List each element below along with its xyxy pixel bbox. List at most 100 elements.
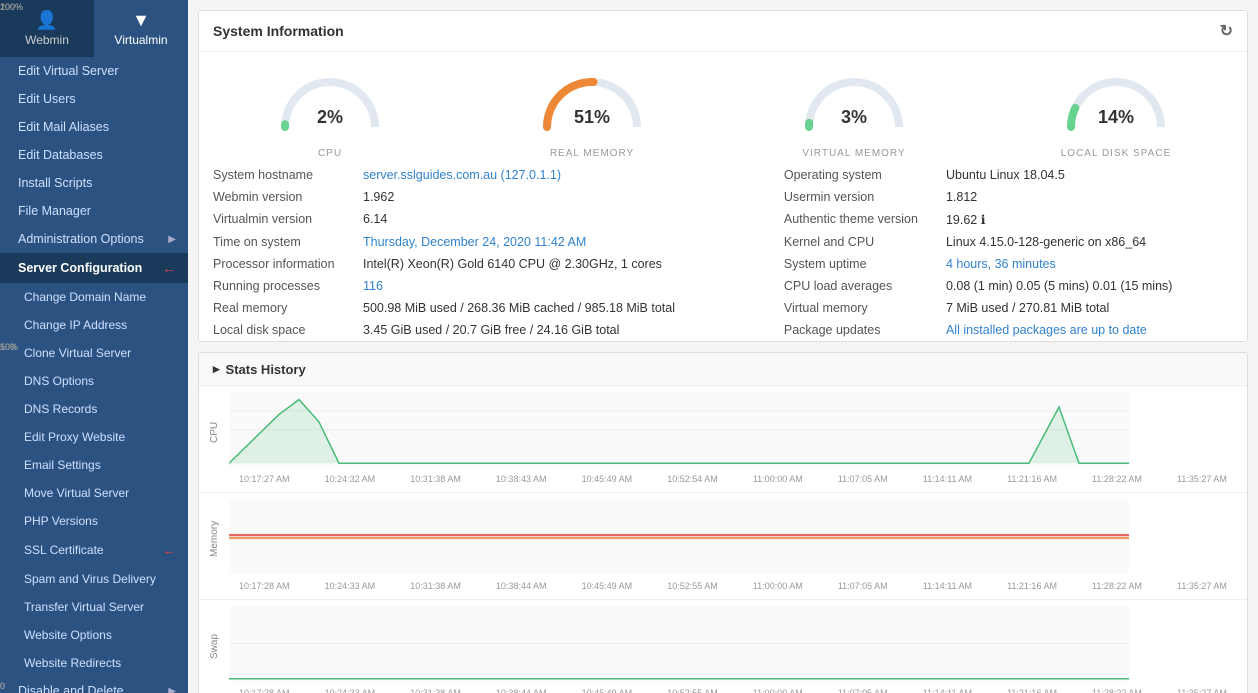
nav-label-edit-proxy-website: Edit Proxy Website — [24, 430, 176, 444]
sidebar-item-website-redirects[interactable]: Website Redirects — [0, 649, 188, 677]
sidebar-item-change-domain-name[interactable]: Change Domain Name — [0, 283, 188, 311]
x-label: 10:24:33 AM — [325, 581, 376, 591]
sidebar-item-php-versions[interactable]: PHP Versions — [0, 507, 188, 535]
info-link-left-5[interactable]: 116 — [363, 279, 383, 293]
info-row-6: Real memory500.98 MiB used / 268.36 MiB … — [199, 297, 1247, 319]
gauges-row: 2% CPU 51% REAL MEMORY 3% VIRTUAL MEMORY… — [199, 52, 1247, 164]
x-label: 11:14:11 AM — [923, 688, 972, 693]
sidebar-item-edit-mail-aliases[interactable]: Edit Mail Aliases — [0, 113, 188, 141]
info-row-3: Time on systemThursday, December 24, 202… — [199, 231, 1247, 253]
info-row-0: System hostnameserver.sslguides.com.au (… — [199, 164, 1247, 186]
info-link-right-4[interactable]: 4 hours, 36 minutes — [946, 257, 1056, 271]
chart-area-memory-chart — [229, 499, 1129, 574]
x-label: 10:24:32 AM — [325, 474, 376, 484]
info-value-left-6: 500.98 MiB used / 268.36 MiB cached / 98… — [349, 297, 770, 319]
sidebar-item-server-configuration[interactable]: Server Configuration ← — [0, 253, 188, 283]
red-arrow-ssl-certificate: ← — [162, 542, 176, 558]
sidebar-item-edit-users[interactable]: Edit Users — [0, 85, 188, 113]
sidebar-item-ssl-certificate[interactable]: SSL Certificate← — [0, 535, 188, 565]
main-content: System Information ↻ 2% CPU 51% REAL MEM… — [188, 0, 1258, 693]
info-label-left-7: Local disk space — [199, 319, 349, 341]
info-value-right-5: 0.08 (1 min) 0.05 (5 mins) 0.01 (15 mins… — [932, 275, 1247, 297]
x-label: 11:00:00 AM — [753, 474, 803, 484]
gauge-svg-local-disk-space: 14% — [1051, 62, 1181, 142]
sidebar: 👤 Webmin ▼ Virtualmin Edit Virtual Serve… — [0, 0, 188, 693]
info-row-5: Running processes 116 CPU load averages0.0… — [199, 275, 1247, 297]
info-label-right-2: Authentic theme version — [770, 208, 932, 231]
sidebar-nav: Edit Virtual ServerEdit UsersEdit Mail A… — [0, 57, 188, 693]
x-label: 10:17:27 AM — [239, 474, 290, 484]
nav-label-website-options: Website Options — [24, 628, 176, 642]
chart-x-labels-swap-chart: 10:17:28 AM10:24:33 AM10:31:38 AM10:38:4… — [209, 686, 1237, 693]
x-label: 11:14:11 AM — [923, 581, 972, 591]
x-label: 11:35:27 AM — [1177, 474, 1227, 484]
info-label-right-5: CPU load averages — [770, 275, 932, 297]
svg-text:2%: 2% — [317, 107, 343, 127]
sidebar-item-move-virtual-server[interactable]: Move Virtual Server — [0, 479, 188, 507]
x-label: 11:28:22 AM — [1092, 474, 1142, 484]
gauge-label-real-memory: REAL MEMORY — [550, 148, 634, 159]
sidebar-item-email-settings-sub[interactable]: Email Settings — [0, 451, 188, 479]
info-link-left-0[interactable]: server.sslguides.com.au (127.0.1.1) — [363, 168, 561, 182]
nav-label-change-domain-name: Change Domain Name — [24, 290, 176, 304]
nav-label-edit-databases: Edit Databases — [18, 148, 176, 162]
red-arrow-server-configuration: ← — [162, 260, 176, 276]
collapse-icon: ▸ — [213, 361, 220, 377]
arrow-administration-options: ▶ — [168, 234, 176, 245]
sidebar-item-install-scripts[interactable]: Install Scripts — [0, 169, 188, 197]
chart-left-memory-chart: 100%50%0 — [229, 499, 1129, 579]
sidebar-item-edit-virtual-server[interactable]: Edit Virtual Server — [0, 57, 188, 85]
x-label: 10:38:44 AM — [496, 688, 547, 693]
stats-history-header[interactable]: ▸ Stats History — [199, 353, 1247, 386]
sidebar-item-transfer-virtual-server[interactable]: Transfer Virtual Server — [0, 593, 188, 621]
sidebar-item-spam-virus-delivery[interactable]: Spam and Virus Delivery — [0, 565, 188, 593]
x-label: 11:35:27 AM — [1177, 581, 1227, 591]
sidebar-item-disable-and-delete[interactable]: Disable and Delete▶ — [0, 677, 188, 693]
nav-label-clone-virtual-server: Clone Virtual Server — [24, 346, 176, 360]
sidebar-item-file-manager[interactable]: File Manager — [0, 197, 188, 225]
virtualmin-tab[interactable]: ▼ Virtualmin — [94, 0, 188, 57]
sidebar-item-change-ip-address[interactable]: Change IP Address — [0, 311, 188, 339]
chart-axis-label-memory-chart: Memory — [209, 499, 229, 579]
info-row-2: Virtualmin version6.14Authentic theme ve… — [199, 208, 1247, 231]
chart-axis-label-swap-chart: Swap — [209, 606, 229, 686]
chart-axis-label-cpu-chart: CPU — [209, 392, 229, 472]
info-value-right-1: 1.812 — [932, 186, 1247, 208]
system-info-card: System Information ↻ 2% CPU 51% REAL MEM… — [198, 10, 1248, 342]
chart-svg-cpu-chart — [229, 392, 1129, 467]
info-value-right-7: All installed packages are up to date — [932, 319, 1247, 341]
info-label-left-5: Running processes — [199, 275, 349, 297]
info-label-left-2: Virtualmin version — [199, 208, 349, 231]
nav-label-move-virtual-server: Move Virtual Server — [24, 486, 176, 500]
stats-history-section: ▸ Stats History CPU 100%50%0 10:17:27 AM 1… — [198, 352, 1248, 693]
nav-label-email-settings-sub: Email Settings — [24, 458, 176, 472]
svg-text:51%: 51% — [574, 107, 610, 127]
nav-label-php-versions: PHP Versions — [24, 514, 176, 528]
sidebar-item-dns-options[interactable]: DNS Options — [0, 367, 188, 395]
info-value-right-6: 7 MiB used / 270.81 MiB total — [932, 297, 1247, 319]
sidebar-item-dns-records[interactable]: DNS Records — [0, 395, 188, 423]
chart-row-memory-chart: Memory100%50%0 — [209, 499, 1237, 579]
sidebar-item-administration-options[interactable]: Administration Options▶ — [0, 225, 188, 253]
sidebar-item-website-options[interactable]: Website Options — [0, 621, 188, 649]
sidebar-item-clone-virtual-server[interactable]: Clone Virtual Server — [0, 339, 188, 367]
x-label: 11:35:27 AM — [1177, 688, 1227, 693]
info-link-left-3[interactable]: Thursday, December 24, 2020 11:42 AM — [363, 235, 586, 249]
arrow-disable-and-delete: ▶ — [168, 686, 176, 693]
nav-label-server-configuration: Server Configuration — [18, 261, 152, 275]
info-label-right-1: Usermin version — [770, 186, 932, 208]
x-label: 10:31:38 AM — [410, 581, 461, 591]
chart-container-memory-chart: Memory100%50%0 10:17:28 AM 10:24:33 AM 10:… — [199, 493, 1247, 600]
chart-container-swap-chart: Swap100%50%0 10:17:28 AM10:24:33 AM10:31… — [199, 600, 1247, 693]
info-link-right-7[interactable]: All installed packages are up to date — [946, 323, 1147, 337]
gauge-label-virtual-memory: VIRTUAL MEMORY — [802, 148, 905, 159]
x-label: 10:45:49 AM — [582, 474, 633, 484]
sidebar-item-edit-proxy-website[interactable]: Edit Proxy Website — [0, 423, 188, 451]
x-label: 10:17:28 AM — [239, 581, 290, 591]
x-label: 10:17:28 AM — [239, 688, 290, 693]
nav-label-install-scripts: Install Scripts — [18, 176, 176, 190]
refresh-icon[interactable]: ↻ — [1220, 21, 1233, 41]
sidebar-item-edit-databases[interactable]: Edit Databases — [0, 141, 188, 169]
chart-left-swap-chart: 100%50%0 — [229, 606, 1129, 686]
nav-label-transfer-virtual-server: Transfer Virtual Server — [24, 600, 176, 614]
